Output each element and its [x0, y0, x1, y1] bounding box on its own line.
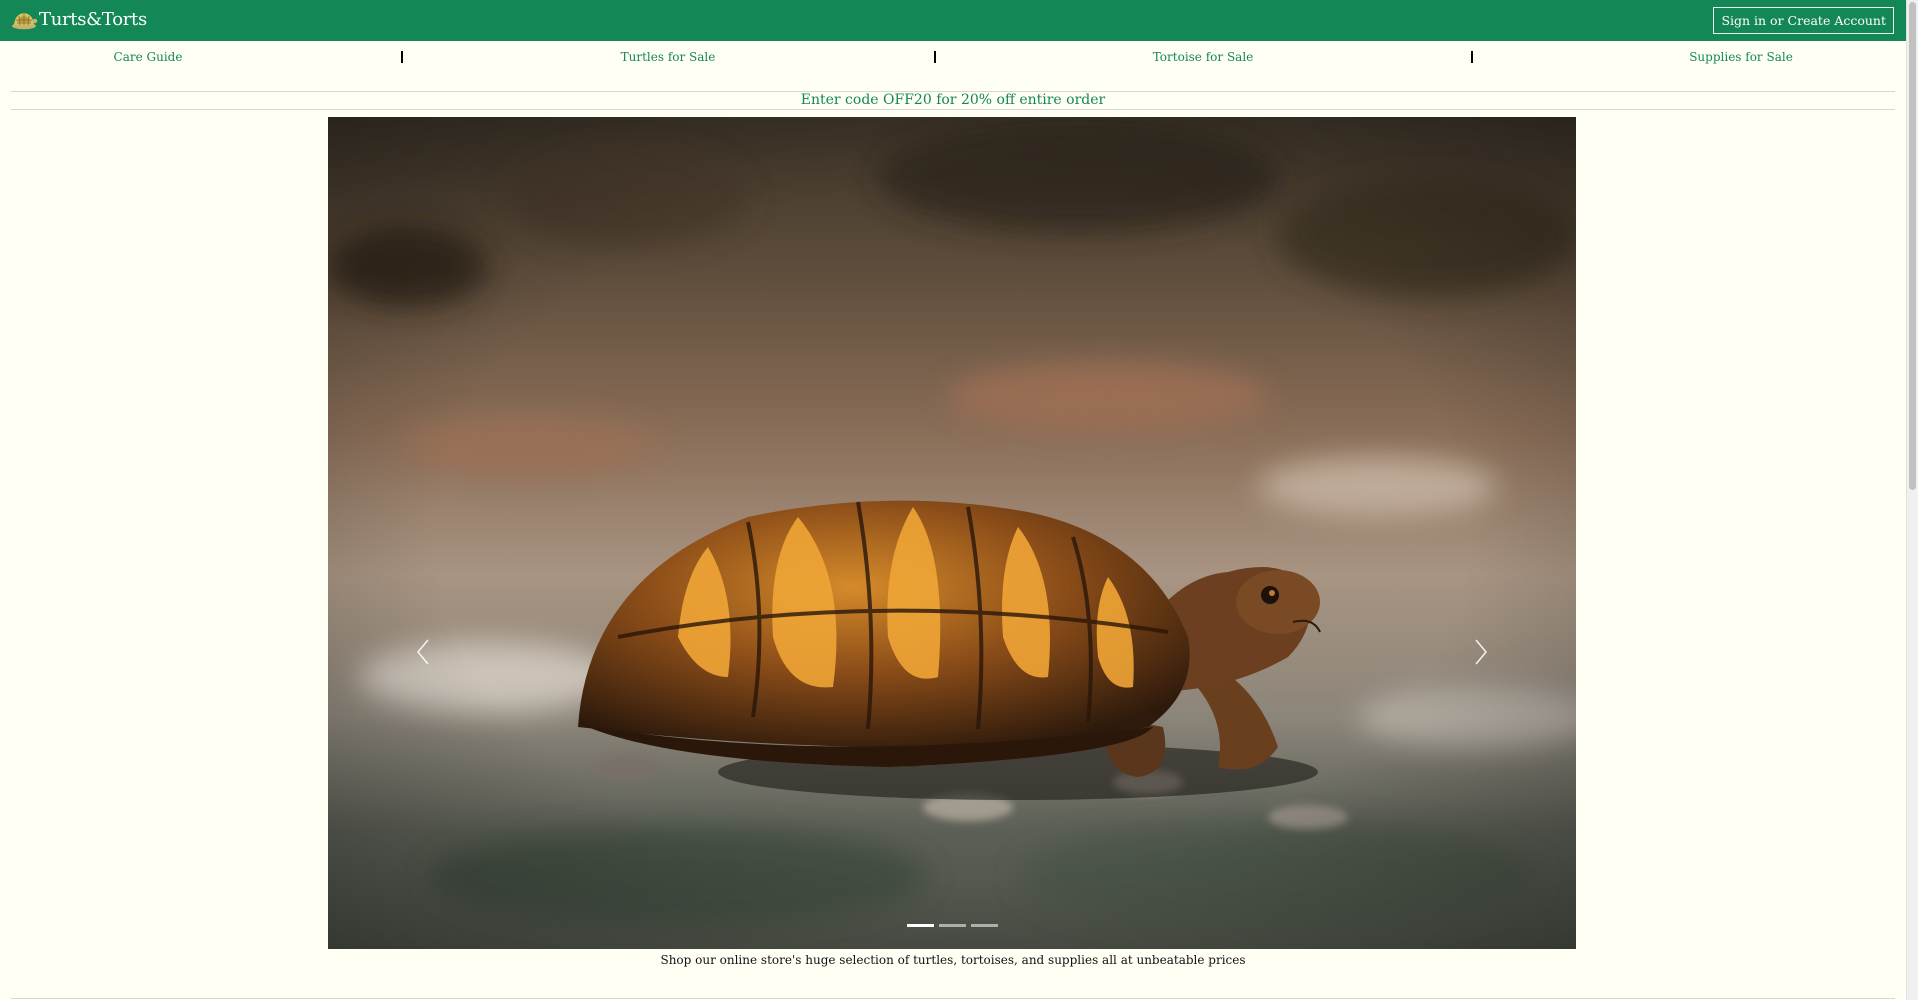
nav-tortoise-for-sale[interactable]: Tortoise for Sale — [1153, 50, 1254, 64]
carousel-caption: Shop our online store's huge selection o… — [660, 953, 1246, 967]
top-bar: Turts&Torts Sign in or Create Account — [0, 0, 1906, 41]
carousel-indicators — [328, 924, 1576, 927]
divider — [11, 998, 1895, 999]
sign-in-button[interactable]: Sign in or Create Account — [1713, 7, 1894, 34]
carousel-prev-button[interactable] — [408, 627, 438, 677]
promo-banner: Enter code OFF20 for 20% off entire orde… — [800, 92, 1106, 108]
nav-supplies-for-sale[interactable]: Supplies for Sale — [1689, 50, 1793, 64]
chevron-left-icon — [416, 639, 429, 665]
nav-separator — [934, 51, 936, 63]
page-scrollbar[interactable] — [1906, 0, 1918, 1000]
logo[interactable]: Turts&Torts — [10, 6, 147, 32]
nav-separator — [1471, 51, 1473, 63]
main-nav: Care Guide Turtles for Sale Tortoise for… — [0, 41, 1906, 91]
carousel-next-button[interactable] — [1466, 627, 1496, 677]
nav-turtles-for-sale[interactable]: Turtles for Sale — [621, 50, 716, 64]
carousel-indicator-3[interactable] — [970, 924, 998, 927]
scrollbar-thumb[interactable] — [1909, 2, 1916, 490]
turtle-icon — [12, 13, 38, 30]
hero-carousel — [328, 117, 1576, 949]
chevron-right-icon — [1475, 639, 1488, 665]
turtle-photo — [328, 117, 1576, 949]
carousel-indicator-1[interactable] — [906, 924, 934, 927]
divider — [11, 109, 1895, 110]
brand-name: Turts&Torts — [39, 8, 147, 30]
carousel-indicator-2[interactable] — [938, 924, 966, 927]
nav-care-guide[interactable]: Care Guide — [114, 50, 183, 64]
nav-separator — [401, 51, 403, 63]
